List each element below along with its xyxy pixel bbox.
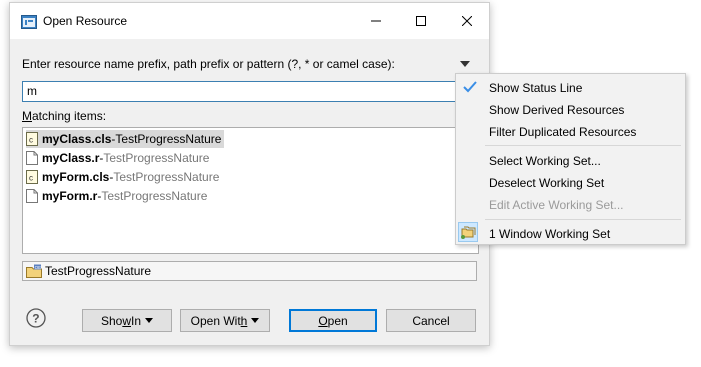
menu-item-edit-active-working-set: Edit Active Working Set... (489, 198, 624, 212)
resource-search-input[interactable] (22, 81, 466, 102)
eclipse-app-icon (21, 15, 37, 29)
file-icon (26, 189, 38, 203)
cancel-button[interactable]: Cancel (386, 309, 476, 332)
menu-item-window-working-set[interactable]: 1 Window Working Set (489, 227, 610, 241)
svg-text:?: ? (32, 312, 39, 326)
close-icon (461, 16, 472, 26)
dropdown-arrow-icon (145, 318, 154, 323)
file-icon (26, 151, 38, 165)
svg-text:c: c (29, 136, 33, 145)
menu-item-deselect-working-set[interactable]: Deselect Working Set (489, 176, 604, 190)
close-button[interactable] (444, 3, 489, 39)
list-item[interactable]: c myClass.cls - TestProgressNature (26, 130, 225, 148)
open-resource-dialog: Open Resource Enter resource name prefix… (9, 2, 490, 346)
menu-item-show-status-line[interactable]: Show Status Line (489, 81, 582, 95)
pattern-prompt-label: Enter resource name prefix, path prefix … (22, 57, 395, 71)
open-with-button[interactable]: Open Wit h (180, 309, 270, 332)
project-folder-icon: OE (26, 264, 42, 278)
menu-item-filter-duplicated-resources[interactable]: Filter Duplicated Resources (489, 125, 636, 139)
menu-item-show-derived-resources[interactable]: Show Derived Resources (489, 103, 624, 117)
status-text: TestProgressNature (45, 264, 152, 278)
matching-items-list[interactable]: c myClass.cls - TestProgressNature myCla… (22, 127, 479, 254)
matching-items-label: Matching items: (22, 109, 107, 123)
status-line: OE TestProgressNature (22, 261, 477, 281)
list-item[interactable]: myForm.r - TestProgressNature (26, 187, 207, 205)
menu-item-select-working-set[interactable]: Select Working Set... (489, 154, 601, 168)
folder-stack-icon (461, 226, 476, 239)
open-button[interactable]: Open (289, 309, 377, 332)
list-item[interactable]: c myForm.cls - TestProgressNature (26, 168, 219, 186)
maximize-icon (415, 16, 426, 26)
menu-separator (485, 145, 681, 146)
working-set-icon (458, 222, 478, 242)
show-in-button[interactable]: Sho w In (82, 309, 172, 332)
maximize-button[interactable] (398, 3, 443, 39)
minimize-icon (370, 20, 381, 22)
help-icon[interactable]: ? (26, 308, 46, 328)
svg-text:OE: OE (35, 265, 42, 270)
svg-text:c: c (29, 174, 33, 183)
checkmark-icon (463, 81, 477, 93)
dropdown-arrow-icon (251, 318, 260, 323)
view-options-menu: Show Status Line Show Derived Resources … (455, 73, 686, 245)
cls-file-icon: c (26, 132, 38, 146)
view-menu-dropdown-icon[interactable] (459, 59, 471, 69)
minimize-button[interactable] (353, 3, 398, 39)
window-title: Open Resource (43, 14, 128, 28)
menu-separator (485, 219, 681, 220)
title-bar: Open Resource (10, 3, 489, 39)
cls-file-icon: c (26, 170, 38, 184)
list-item[interactable]: myClass.r - TestProgressNature (26, 149, 209, 167)
